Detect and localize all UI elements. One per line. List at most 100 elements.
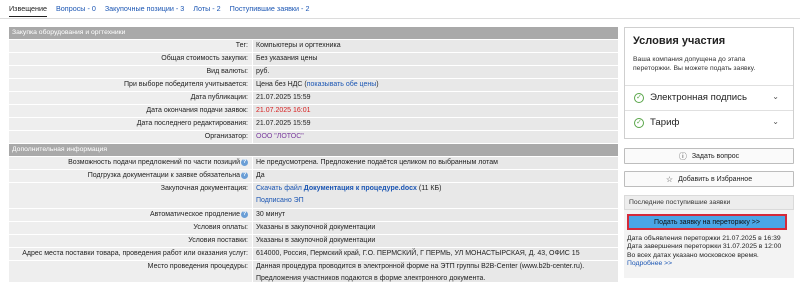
delivery-value: Указаны в закупочной документации: [253, 235, 618, 247]
tag-value: Компьютеры и оргтехника: [253, 40, 618, 52]
row-publication: Дата публикации: 21.07.2025 15:59: [9, 92, 618, 104]
payment-value: Указаны в закупочной документации: [253, 222, 618, 234]
e-signature-label: Электронная подпись: [650, 92, 747, 103]
download-filename: Документация к процедуре.docx: [303, 185, 417, 192]
more-details-link[interactable]: Подробнее >>: [627, 260, 672, 267]
row-delivery: Условия поставки: Указаны в закупочной д…: [9, 235, 618, 247]
documentation-label: Закупочная документация:: [9, 183, 252, 208]
tab-bar: Извещение Вопросы - 0 Закупочные позиции…: [9, 3, 309, 17]
publication-label: Дата публикации:: [9, 92, 252, 104]
tariff-label: Тариф: [650, 117, 680, 128]
conditions-text: Ваша компания допущена до этапа переторж…: [633, 56, 756, 72]
row-docs-required: Подгрузка документации к заявке обязател…: [9, 170, 618, 182]
procedure-place-value: Данная процедура проводится в электронно…: [253, 261, 618, 282]
deadline-label: Дата окончания подачи заявок:: [9, 105, 252, 117]
recent-applications-header: Последние поступившие заявки: [624, 195, 794, 210]
timezone-note: Во всех датах указано московское время.: [627, 251, 759, 259]
conditions-title: Условия участия: [633, 35, 726, 47]
total-value: Без указания цены: [253, 53, 618, 65]
row-last-edit: Дата последнего редактирования: 21.07.20…: [9, 118, 618, 130]
signed-link[interactable]: Подписано ЭП: [256, 197, 304, 204]
retrade-start-date: Дата объявления переторжки 21.07.2025 в …: [627, 235, 781, 242]
organizer-label: Организатор:: [9, 131, 252, 143]
e-signature-item[interactable]: ✓ Электронная подпись ⌄: [625, 85, 793, 109]
row-tag: Тег: Компьютеры и оргтехника: [9, 40, 618, 52]
section-header-purchase: Закупка оборудования и оргтехники: [9, 27, 618, 39]
address-label: Адрес места поставки товара, проведения …: [9, 248, 252, 260]
tag-label: Тег:: [9, 40, 252, 52]
apply-retrade-button[interactable]: Подать заявку на переторжку >>: [627, 214, 787, 230]
help-icon[interactable]: ?: [241, 171, 248, 179]
last-edit-label: Дата последнего редактирования:: [9, 118, 252, 130]
sidebar: Условия участия Ваша компания допущена д…: [624, 27, 794, 278]
row-currency: Вид валюты: руб.: [9, 66, 618, 78]
documentation-value: Скачать файл Документация к процедуре.do…: [253, 183, 618, 208]
tab-applications[interactable]: Поступившие заявки - 2: [230, 3, 310, 17]
section-header-additional: Дополнительная информация: [9, 144, 618, 156]
recent-applications-panel: Подать заявку на переторжку >> Дата объя…: [624, 210, 794, 278]
help-icon[interactable]: ?: [241, 158, 248, 166]
procedure-place-label: Место проведения процедуры:: [9, 261, 252, 282]
star-icon: ☆: [665, 174, 674, 184]
tab-questions[interactable]: Вопросы - 0: [56, 3, 96, 17]
row-payment: Условия оплаты: Указаны в закупочной док…: [9, 222, 618, 234]
ask-question-label: Задать вопрос: [691, 152, 740, 160]
publication-value: 21.07.2025 15:59: [253, 92, 618, 104]
row-partial: Возможность подачи предложений по части …: [9, 157, 618, 169]
row-total: Общая стоимость закупки: Без указания це…: [9, 53, 618, 65]
payment-label: Условия оплаты:: [9, 222, 252, 234]
partial-label: Возможность подачи предложений по части …: [9, 157, 252, 169]
docs-required-value: Да: [253, 170, 618, 182]
docs-required-label-text: Подгрузка документации к заявке обязател…: [87, 172, 240, 179]
tariff-item[interactable]: ✓ Тариф ⌄: [625, 110, 793, 134]
download-prefix: Скачать файл: [256, 185, 302, 192]
ask-question-button[interactable]: ⓘ Задать вопрос: [624, 148, 794, 164]
help-icon[interactable]: ?: [241, 210, 248, 218]
row-auto-extend: Автоматическое продление? 30 минут: [9, 209, 618, 221]
auto-extend-label-text: Автоматическое продление: [150, 211, 240, 218]
tab-positions[interactable]: Закупочные позиции - 3: [105, 3, 184, 17]
chevron-down-icon: ⌄: [772, 92, 779, 101]
row-winner: При выборе победителя учитывается: Цена …: [9, 79, 618, 91]
chevron-down-icon: ⌄: [772, 117, 779, 126]
auto-extend-label: Автоматическое продление?: [9, 209, 252, 221]
download-file-link[interactable]: Скачать файл Документация к процедуре.do…: [256, 185, 417, 192]
procedure-details: Закупка оборудования и оргтехники Тег: К…: [9, 27, 618, 282]
add-favorite-button[interactable]: ☆ Добавить в Избранное: [624, 171, 794, 187]
address-value: 614000, Россия, Пермский край, Г.О. ПЕРМ…: [253, 248, 618, 260]
row-documentation: Закупочная документация: Скачать файл До…: [9, 183, 618, 208]
winner-label: При выборе победителя учитывается:: [9, 79, 252, 91]
deadline-value: 21.07.2025 16:01: [253, 105, 618, 117]
show-both-prices-link[interactable]: показывать обе цены: [307, 81, 377, 88]
file-size: (11 КБ): [418, 185, 442, 192]
tabs-divider: [0, 18, 800, 19]
add-favorite-label: Добавить в Избранное: [678, 175, 753, 183]
retrade-info: Дата объявления переторжки 21.07.2025 в …: [627, 235, 793, 269]
total-label: Общая стоимость закупки:: [9, 53, 252, 65]
question-circle-icon: ⓘ: [678, 151, 687, 161]
row-procedure-place: Место проведения процедуры: Данная проце…: [9, 261, 618, 282]
participation-conditions: Условия участия Ваша компания допущена д…: [624, 27, 794, 139]
retrade-end-date: Дата завершения переторжки 31.07.2025 в …: [627, 243, 782, 251]
winner-value: Цена без НДС (показывать обе цены): [253, 79, 618, 91]
tab-notice[interactable]: Извещение: [9, 3, 48, 17]
procedure-place-line-2: Предложения участников подаются в форме …: [256, 275, 486, 282]
check-circle-icon: ✓: [634, 92, 644, 103]
auto-extend-value: 30 минут: [253, 209, 618, 221]
last-edit-value: 21.07.2025 15:59: [253, 118, 618, 130]
row-organizer: Организатор: ООО "ЛОТОС": [9, 131, 618, 143]
tab-lots[interactable]: Лоты - 2: [193, 3, 220, 17]
currency-value: руб.: [253, 66, 618, 78]
partial-value: Не предусмотрена. Предложение подаётся ц…: [253, 157, 618, 169]
winner-price-text: Цена без НДС (: [256, 81, 307, 88]
row-address: Адрес места поставки товара, проведения …: [9, 248, 618, 260]
docs-required-label: Подгрузка документации к заявке обязател…: [9, 170, 252, 182]
row-deadline: Дата окончания подачи заявок: 21.07.2025…: [9, 105, 618, 117]
check-circle-icon: ✓: [634, 117, 644, 128]
partial-label-text: Возможность подачи предложений по части …: [68, 159, 240, 166]
winner-close-paren: ): [376, 81, 379, 88]
organizer-value: ООО "ЛОТОС": [253, 131, 618, 143]
currency-label: Вид валюты:: [9, 66, 252, 78]
procedure-place-line-1: Данная процедура проводится в электронно…: [256, 263, 585, 270]
organizer-link[interactable]: ООО "ЛОТОС": [256, 133, 304, 140]
